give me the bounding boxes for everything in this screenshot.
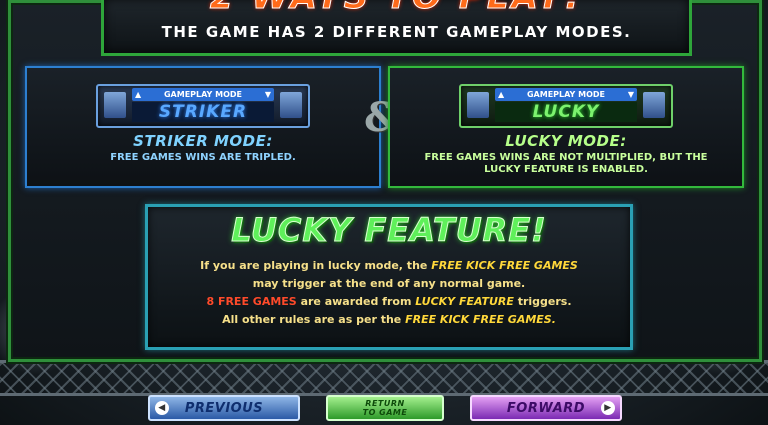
return-to-game-button[interactable]: RETURN TO GAME: [326, 395, 444, 421]
striker-mode-badge: ▲ GAMEPLAY MODE ▼ STRIKER: [96, 84, 310, 128]
forward-label: FORWARD: [506, 400, 586, 416]
feature-line-1-highlight: FREE KICK FREE GAMES: [431, 259, 578, 272]
lucky-mode-panel: ▲ GAMEPLAY MODE ▼ LUCKY LUCKY MODE: FREE…: [388, 66, 744, 188]
lucky-feature-panel: LUCKY FEATURE! If you are playing in luc…: [145, 204, 633, 350]
badge-up-icon: ▲: [135, 90, 142, 99]
return-label-line2: TO GAME: [362, 408, 408, 417]
return-label-line1: RETURN: [365, 399, 405, 408]
lucky-mode-name: LUCKY: [495, 102, 637, 122]
badge-right-cap: [643, 92, 665, 118]
lucky-mode-badge: ▲ GAMEPLAY MODE ▼ LUCKY: [459, 84, 673, 128]
feature-line-3-end: triggers.: [513, 295, 572, 308]
striker-mode-panel: ▲ GAMEPLAY MODE ▼ STRIKER STRIKER MODE: …: [25, 66, 381, 188]
feature-line-3-highlight: LUCKY FEATURE: [415, 295, 514, 308]
badge-up-icon: ▲: [498, 90, 505, 99]
feature-line-1-text: If you are playing in lucky mode, the: [200, 259, 432, 272]
striker-mode-name: STRIKER: [132, 102, 274, 122]
feature-line-4: All other rules are as per the FREE KICK…: [148, 311, 630, 329]
scaffold-truss: [0, 360, 768, 396]
feature-text: If you are playing in lucky mode, the FR…: [148, 257, 630, 329]
feature-line-1: If you are playing in lucky mode, the FR…: [148, 257, 630, 275]
previous-button[interactable]: ◀ PREVIOUS: [148, 395, 300, 421]
badge-down-icon: ▼: [264, 90, 271, 99]
page-subtitle: THE GAME HAS 2 DIFFERENT GAMEPLAY MODES.: [161, 23, 632, 41]
badge-header: ▲ GAMEPLAY MODE ▼: [495, 88, 637, 101]
feature-line-3-red: 8 FREE GAMES: [206, 295, 297, 308]
striker-mode-title: STRIKER MODE:: [133, 132, 273, 150]
feature-title: LUCKY FEATURE!: [231, 211, 547, 250]
arrow-right-icon: ▶: [601, 401, 615, 415]
lucky-desc-line1: FREE GAMES WINS ARE NOT MULTIPLIED, BUT …: [424, 152, 708, 163]
badge-down-icon: ▼: [627, 90, 634, 99]
previous-label: PREVIOUS: [184, 400, 264, 416]
lucky-mode-description: FREE GAMES WINS ARE NOT MULTIPLIED, BUT …: [400, 152, 732, 176]
lucky-mode-title: LUCKY MODE:: [505, 132, 627, 150]
arrow-left-icon: ◀: [155, 401, 169, 415]
feature-line-2: may trigger at the end of any normal gam…: [252, 277, 526, 290]
feature-line-3: 8 FREE GAMES are awarded from LUCKY FEAT…: [148, 293, 630, 311]
striker-mode-description: FREE GAMES WINS ARE TRIPLED.: [110, 152, 296, 163]
feature-line-4-highlight: FREE KICK FREE GAMES.: [405, 313, 556, 326]
badge-left-cap: [104, 92, 126, 118]
page-title: 2 WAYS TO PLAY!: [104, 0, 689, 18]
badge-left-cap: [467, 92, 489, 118]
forward-button[interactable]: FORWARD ▶: [470, 395, 622, 421]
badge-label: GAMEPLAY MODE: [526, 90, 605, 99]
title-panel: 2 WAYS TO PLAY! THE GAME HAS 2 DIFFERENT…: [101, 0, 692, 56]
badge-header: ▲ GAMEPLAY MODE ▼: [132, 88, 274, 101]
badge-right-cap: [280, 92, 302, 118]
lucky-desc-line2: LUCKY FEATURE IS ENABLED.: [484, 164, 648, 175]
feature-line-4-text: All other rules are as per the: [222, 313, 406, 326]
badge-label: GAMEPLAY MODE: [163, 90, 242, 99]
feature-line-3-text: are awarded from: [296, 295, 416, 308]
